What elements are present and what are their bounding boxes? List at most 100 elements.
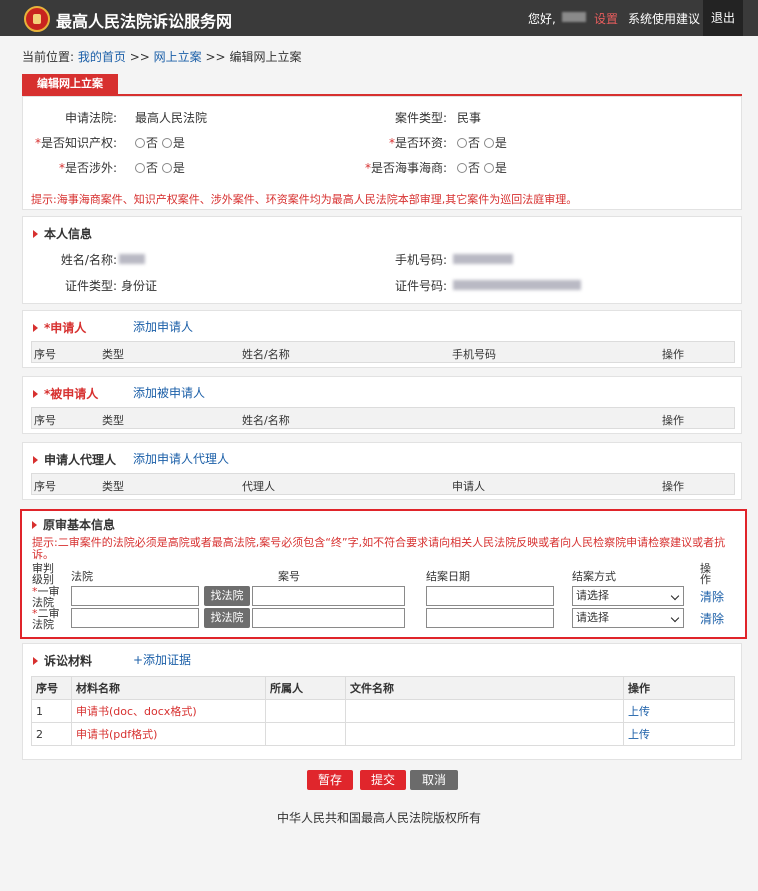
username-blurred: [562, 12, 586, 22]
case-type-value: 民事: [457, 111, 482, 125]
second-date-input[interactable]: [426, 608, 554, 628]
col-court-header: 法院: [71, 570, 93, 583]
respondent-card: *被申请人 添加被申请人 序号 类型 姓名/名称 操作: [22, 376, 742, 434]
maritime-label: *是否海事海商:: [364, 161, 447, 175]
first-method-select[interactable]: 请选择: [572, 586, 684, 606]
first-clear-link[interactable]: 清除: [700, 588, 724, 605]
personal-title: 本人信息: [33, 225, 92, 242]
court-value: 最高人民法院: [135, 111, 208, 125]
submit-button[interactable]: 提交: [360, 770, 406, 790]
case-basic-card: 申请法院: 最高人民法院 案件类型: 民事 *是否知识产权: 否 是 *是否环资…: [22, 96, 742, 210]
owner-cell: [265, 699, 346, 723]
maritime-yes-radio[interactable]: [483, 163, 494, 173]
maritime-radios: 否 是: [457, 159, 507, 176]
applicant-title: *申请人: [33, 319, 86, 336]
col-header: 所属人: [265, 676, 346, 700]
maritime-no-radio[interactable]: [457, 163, 467, 173]
greeting: 您好,: [528, 12, 556, 26]
cancel-button[interactable]: 取消: [410, 770, 458, 790]
ip-radios: 否 是: [135, 134, 185, 151]
table-row: 2 申请书(pdf格式) 上传: [31, 722, 735, 746]
ip-label: *是否知识产权:: [34, 136, 117, 150]
foreign-label: *是否涉外:: [58, 161, 117, 175]
col-op-header: 操作: [700, 562, 711, 586]
col-header: 序号: [34, 480, 56, 493]
first-caseno-input[interactable]: [252, 586, 405, 606]
filename-cell: [345, 699, 624, 723]
idno-blurred: [453, 280, 581, 290]
first-instance-label: *一审法院: [32, 585, 60, 609]
first-date-input[interactable]: [426, 586, 554, 606]
col-header: 姓名/名称: [242, 414, 290, 427]
respondent-table-header: 序号 类型 姓名/名称 操作: [31, 407, 735, 429]
breadcrumb-sep: >>: [205, 50, 226, 64]
foreign-no-radio[interactable]: [135, 163, 145, 173]
col-level-header: 审判级别: [32, 562, 54, 586]
phone-label: 手机号码:: [394, 253, 447, 267]
add-respondent-link[interactable]: 添加被申请人: [133, 384, 205, 401]
court-hint: 提示:海事海商案件、知识产权案件、涉外案件、环资案件均为最高人民法院本部审理,其…: [31, 193, 578, 206]
logout-button[interactable]: 退出: [703, 0, 743, 36]
second-caseno-input[interactable]: [252, 608, 405, 628]
upload-link[interactable]: 上传: [623, 722, 735, 746]
top-bar: 最高人民法院诉讼服务网 您好, 设置 系统使用建议 退出: [0, 0, 758, 36]
foreign-yes-radio[interactable]: [161, 163, 172, 173]
col-caseno-header: 案号: [278, 570, 300, 583]
env-no-radio[interactable]: [457, 138, 467, 148]
col-method-header: 结案方式: [572, 570, 616, 583]
col-header: 序号: [34, 414, 56, 427]
row-no: 1: [31, 699, 72, 723]
breadcrumb-online[interactable]: 网上立案: [154, 50, 202, 64]
footer-copyright: 中华人民共和国最高人民法院版权所有: [276, 811, 481, 825]
foreign-radios: 否 是: [135, 159, 185, 176]
case-type-label: 案件类型:: [394, 111, 447, 125]
idtype-value: 身份证: [121, 279, 158, 293]
env-label: *是否环资:: [388, 136, 447, 150]
agent-table-header: 序号 类型 代理人 申请人 操作: [31, 473, 735, 495]
idtype-label: 证件类型:: [64, 279, 117, 293]
tab-edit-case[interactable]: 编辑网上立案: [22, 74, 118, 94]
col-header: 操作: [662, 480, 684, 493]
env-yes-radio[interactable]: [483, 138, 494, 148]
col-date-header: 结案日期: [426, 570, 470, 583]
breadcrumb-prefix: 当前位置:: [22, 50, 75, 64]
settings-link[interactable]: 设置: [594, 10, 618, 27]
add-evidence-link[interactable]: +添加证据: [133, 651, 191, 668]
save-draft-button[interactable]: 暂存: [307, 770, 353, 790]
table-row: 1 申请书(doc、docx格式) 上传: [31, 699, 735, 723]
name-label: 姓名/名称:: [60, 253, 117, 267]
find-court-button-1[interactable]: 找法院: [204, 586, 250, 606]
col-header: 操作: [623, 676, 735, 700]
upload-link[interactable]: 上传: [623, 699, 735, 723]
original-hint: 提示:二审案件的法院必须是高院或者最高法院,案号必须包含“终”字,如不符合要求请…: [32, 536, 726, 561]
original-trial-card: 原审基本信息 提示:二审案件的法院必须是高院或者最高法院,案号必须包含“终”字,…: [20, 509, 747, 639]
table-header-row: 序号 材料名称 所属人 文件名称 操作: [31, 676, 735, 700]
phone-blurred: [453, 254, 513, 264]
personal-info-card: 本人信息 姓名/名称: 手机号码: 证件类型: 身份证 证件号码:: [22, 216, 742, 304]
second-method-select[interactable]: 请选择: [572, 608, 684, 628]
add-agent-link[interactable]: 添加申请人代理人: [133, 450, 229, 467]
col-header: 序号: [31, 676, 72, 700]
court-emblem-icon: [24, 6, 50, 32]
first-court-input[interactable]: [71, 586, 199, 606]
site-title[interactable]: 最高人民法院诉讼服务网: [56, 8, 232, 32]
ip-yes-radio[interactable]: [161, 138, 172, 148]
col-header: 类型: [102, 414, 124, 427]
name-blurred: [119, 254, 145, 264]
applicant-card: *申请人 添加申请人 序号 类型 姓名/名称 手机号码 操作: [22, 310, 742, 368]
add-applicant-link[interactable]: 添加申请人: [133, 318, 193, 335]
second-court-input[interactable]: [71, 608, 199, 628]
col-header: 姓名/名称: [242, 348, 290, 361]
idno-label: 证件号码:: [394, 279, 447, 293]
ip-no-radio[interactable]: [135, 138, 145, 148]
filename-cell: [345, 722, 624, 746]
applicant-table-header: 序号 类型 姓名/名称 手机号码 操作: [31, 341, 735, 363]
court-label: 申请法院:: [64, 111, 117, 125]
breadcrumb-home[interactable]: 我的首页: [78, 50, 126, 64]
second-clear-link[interactable]: 清除: [700, 610, 724, 627]
col-header: 操作: [662, 414, 684, 427]
suggest-link[interactable]: 系统使用建议: [628, 10, 700, 27]
find-court-button-2[interactable]: 找法院: [204, 608, 250, 628]
materials-table: 序号 材料名称 所属人 文件名称 操作 1 申请书(doc、docx格式) 上传…: [31, 676, 735, 746]
breadcrumb-sep: >>: [129, 50, 150, 64]
